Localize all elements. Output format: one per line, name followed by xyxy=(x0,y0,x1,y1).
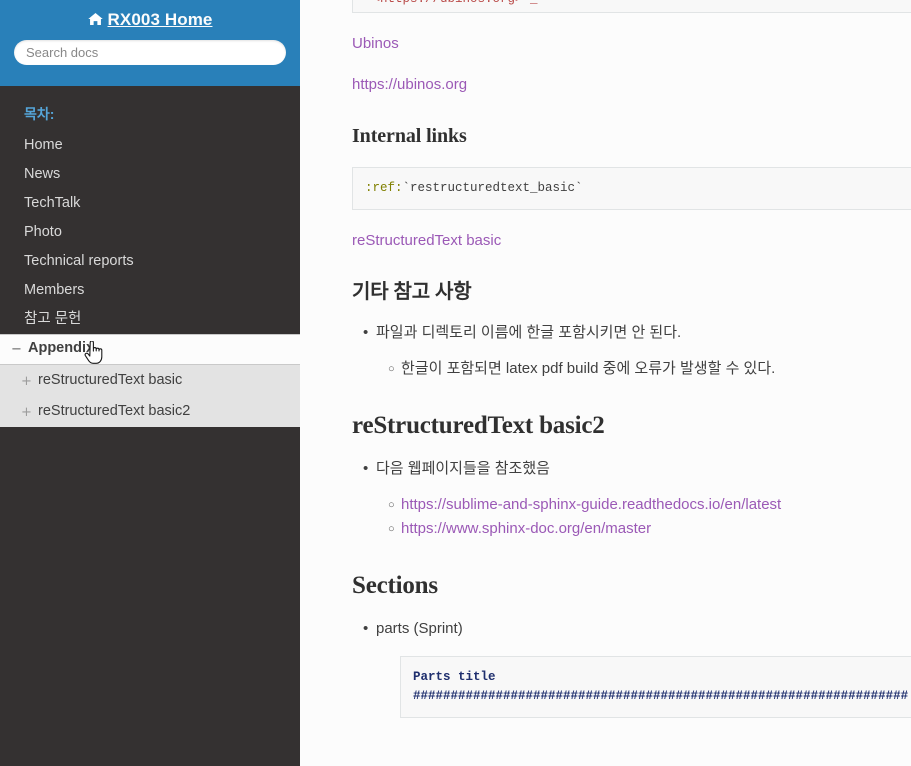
code-text-ref-role: :ref: xyxy=(365,181,403,195)
heading-etc-notes: 기타 참고 사항 xyxy=(352,281,472,303)
link-rst-basic[interactable]: reStructuredText basic xyxy=(352,232,501,249)
sidebar-link-home[interactable]: Home xyxy=(0,131,300,160)
sidebar-nav-list: Home News TechTalk Photo Technical repor… xyxy=(0,131,300,365)
sidebar-item-references[interactable]: 참고 문헌 xyxy=(0,305,300,334)
sidebar-item-appendix[interactable]: − Appendix xyxy=(0,334,300,365)
list-item: • 파일과 디렉토리 이름에 한글 포함시키면 안 된다. xyxy=(363,321,911,345)
sidebar-link-members[interactable]: Members xyxy=(0,276,300,305)
heading-internal-links: Internal links xyxy=(352,125,467,147)
sidebar-item-news[interactable]: News xyxy=(0,160,300,189)
paragraph-rst-basic-link: reStructuredText basic xyxy=(352,231,911,251)
bullet-disc-icon: • xyxy=(363,324,369,341)
main-content: `<https://ubinos.org>`_ Ubinos https://u… xyxy=(300,0,911,766)
list-item-text: 파일과 디렉토리 이름에 한글 포함시키면 안 된다. xyxy=(376,324,682,341)
sidebar-subitem-rst-basic-label: reStructuredText basic xyxy=(38,372,183,388)
list-item: • 다음 웹페이지들을 참조했음 xyxy=(363,457,911,481)
bullet-disc-icon: • xyxy=(363,620,369,637)
link-ubinos[interactable]: Ubinos xyxy=(352,35,399,52)
heading-rst-basic2: reStructuredText basic2 xyxy=(352,412,605,439)
brand-home-link[interactable]: RX003 Home xyxy=(14,0,286,40)
sidebar: RX003 Home 목차: Home News TechTalk Photo … xyxy=(0,0,300,766)
sidebar-subitem-rst-basic2-label: reStructuredText basic2 xyxy=(38,403,191,419)
list-reference-links: ○ https://sublime-and-sphinx-guide.readth… xyxy=(352,493,911,541)
link-sublime-sphinx-guide[interactable]: https://sublime-and-sphinx-guide.readthe… xyxy=(401,496,781,513)
sidebar-item-members[interactable]: Members xyxy=(0,276,300,305)
sidebar-item-photo[interactable]: Photo xyxy=(0,218,300,247)
sidebar-item-techtalk[interactable]: TechTalk xyxy=(0,189,300,218)
home-icon xyxy=(87,11,103,31)
sidebar-sublink-rst-basic[interactable]: + reStructuredText basic xyxy=(0,365,300,396)
sidebar-link-photo[interactable]: Photo xyxy=(0,218,300,247)
list-item-text: parts (Sprint) xyxy=(376,620,463,637)
sidebar-header: RX003 Home xyxy=(0,0,300,86)
heading-sections: Sections xyxy=(352,572,438,599)
sidebar-subitem-rst-basic2[interactable]: + reStructuredText basic2 xyxy=(0,396,300,427)
content-inner: `<https://ubinos.org>`_ Ubinos https://u… xyxy=(300,0,911,718)
code-block-parts-title: Parts title ############################… xyxy=(400,656,911,718)
paragraph-ubinos-url: https://ubinos.org xyxy=(352,75,911,95)
code-block-external-link: `<https://ubinos.org>`_ xyxy=(352,0,911,13)
brand-title: RX003 Home xyxy=(107,10,213,29)
code-text-external-link: `<https://ubinos.org>`_ xyxy=(365,0,538,6)
sidebar-caption: 목차: xyxy=(24,106,55,122)
search-form xyxy=(14,40,286,65)
expand-plus-icon[interactable]: + xyxy=(20,406,33,420)
list-item: ○ 한글이 포함되면 latex pdf build 중에 오류가 발생할 수 있… xyxy=(388,357,911,381)
sidebar-subnav-list: + reStructuredText basic + reStructuredTex… xyxy=(0,365,300,427)
bullet-circle-icon: ○ xyxy=(388,363,395,375)
sidebar-link-technical-reports[interactable]: Technical reports xyxy=(0,247,300,276)
sidebar-item-technical-reports[interactable]: Technical reports xyxy=(0,247,300,276)
bullet-disc-icon: • xyxy=(363,460,369,477)
list-item: ○ https://sublime-and-sphinx-guide.readth… xyxy=(388,493,911,517)
list-item: • parts (Sprint) xyxy=(363,617,911,641)
sidebar-link-news[interactable]: News xyxy=(0,160,300,189)
code-text-ref-target: `restructuredtext_basic` xyxy=(402,181,583,195)
list-sections: • parts (Sprint) xyxy=(352,617,911,641)
sidebar-sublink-rst-basic2[interactable]: + reStructuredText basic2 xyxy=(0,396,300,427)
list-etc-notes: • 파일과 디렉토리 이름에 한글 포함시키면 안 된다. xyxy=(352,321,911,345)
code-block-wrapper-parts: Parts title ############################… xyxy=(352,656,911,718)
page-root: RX003 Home 목차: Home News TechTalk Photo … xyxy=(0,0,911,766)
sidebar-link-appendix[interactable]: − Appendix xyxy=(0,334,300,365)
list-references: • 다음 웹페이지들을 참조했음 xyxy=(352,457,911,481)
collapse-minus-icon[interactable]: − xyxy=(10,343,23,357)
sidebar-link-references[interactable]: 참고 문헌 xyxy=(0,305,300,334)
sidebar-item-appendix-label: Appendix xyxy=(28,340,95,356)
link-ubinos-url[interactable]: https://ubinos.org xyxy=(352,76,467,93)
list-item-text: 다음 웹페이지들을 참조했음 xyxy=(376,460,550,477)
expand-plus-icon[interactable]: + xyxy=(20,375,33,389)
code-text-parts-title: Parts title xyxy=(413,670,496,684)
search-input[interactable] xyxy=(14,40,286,65)
link-sphinx-doc[interactable]: https://www.sphinx-doc.org/en/master xyxy=(401,520,651,537)
list-item-text: 한글이 포함되면 latex pdf build 중에 오류가 발생할 수 있다… xyxy=(401,360,776,377)
sidebar-link-techtalk[interactable]: TechTalk xyxy=(0,189,300,218)
sidebar-subitem-rst-basic[interactable]: + reStructuredText basic xyxy=(0,365,300,396)
sidebar-item-home[interactable]: Home xyxy=(0,131,300,160)
code-text-parts-hashes: ########################################… xyxy=(413,689,909,703)
list-etc-notes-nested: ○ 한글이 포함되면 latex pdf build 중에 오류가 발생할 수 있… xyxy=(352,357,911,381)
bullet-circle-icon: ○ xyxy=(388,499,395,511)
code-block-ref-role: :ref:`restructuredtext_basic` xyxy=(352,167,911,210)
list-item: ○ https://www.sphinx-doc.org/en/master xyxy=(388,517,911,541)
paragraph-ubinos-label: Ubinos xyxy=(352,34,911,54)
bullet-circle-icon: ○ xyxy=(388,523,395,535)
